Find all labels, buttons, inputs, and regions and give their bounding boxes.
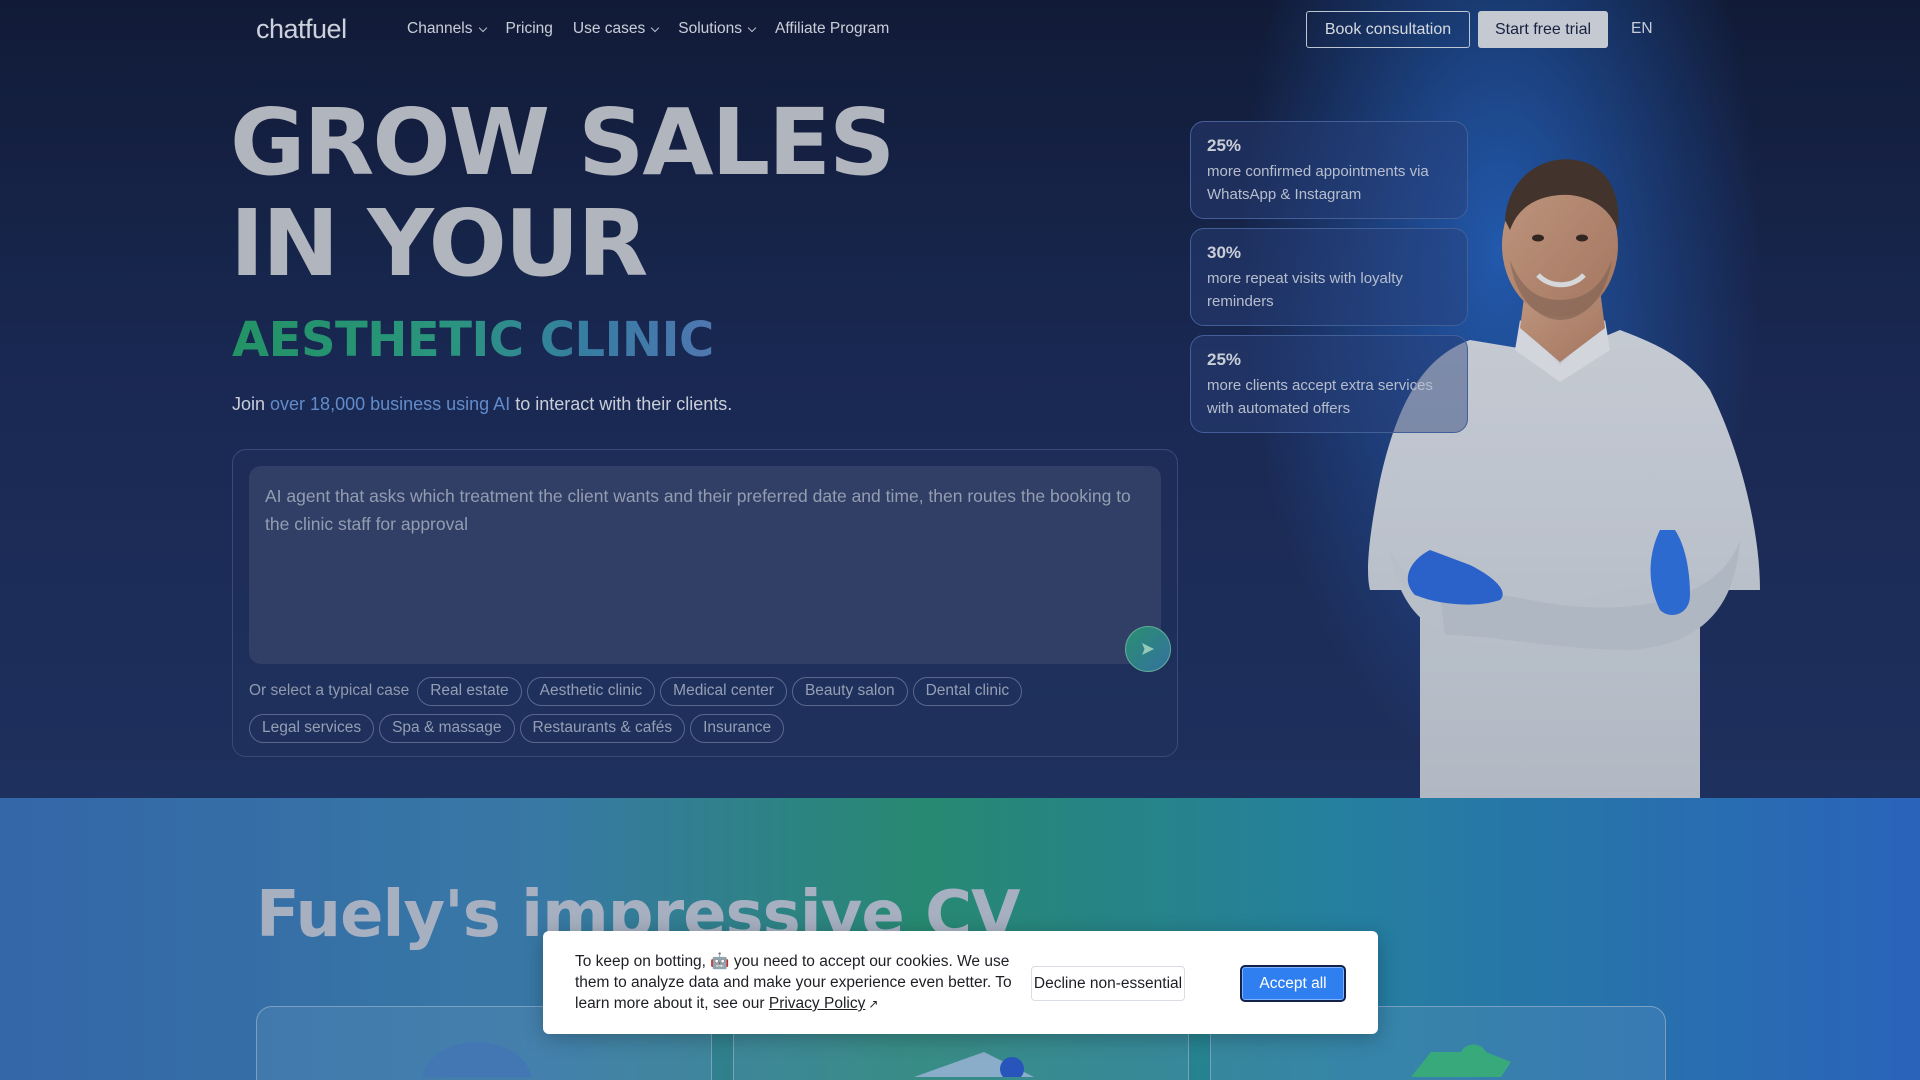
nav-solutions[interactable]: Solutions <box>678 20 757 38</box>
stat-description: more confirmed appointments via WhatsApp… <box>1207 163 1429 203</box>
start-free-trial-button[interactable]: Start free trial <box>1478 11 1608 48</box>
chevron-down-icon <box>651 23 660 32</box>
stat-card-repeat-visits: 30% more repeat visits with loyalty remi… <box>1190 228 1468 326</box>
stat-value: 25% <box>1207 136 1242 155</box>
case-chip-real-estate[interactable]: Real estate <box>417 676 522 706</box>
nav-use-cases[interactable]: Use cases <box>573 20 660 38</box>
highlight-text: over 18,000 business using AI <box>270 394 511 414</box>
language-selector[interactable]: EN <box>1631 20 1653 38</box>
case-chip-spa-massage[interactable]: Spa & massage <box>379 713 515 743</box>
chatfuel-logo[interactable]: chatfuel <box>256 14 347 45</box>
nav-pricing[interactable]: Pricing <box>506 20 553 38</box>
cookie-banner: To keep on botting, 🤖 you need to accept… <box>543 931 1378 1034</box>
select-case-label: Or select a typical case <box>249 682 410 699</box>
case-chip-aesthetic-clinic[interactable]: Aesthetic clinic <box>526 676 656 706</box>
nav-links: Channels Pricing Use cases Solutions Aff… <box>407 20 889 38</box>
case-chip-legal-services[interactable]: Legal services <box>249 713 375 743</box>
megaphone-icon <box>914 1052 1034 1077</box>
decline-cookies-button[interactable]: Decline non-essential <box>1031 966 1185 1001</box>
stat-description: more repeat visits with loyalty reminder… <box>1207 270 1403 310</box>
chevron-down-icon <box>478 23 487 32</box>
stat-value: 25% <box>1207 350 1242 369</box>
stat-value: 30% <box>1207 243 1242 262</box>
agent-prompt-textarea[interactable]: AI agent that asks which treatment the c… <box>249 466 1171 672</box>
hero-subtitle: Join over 18,000 business using AI to in… <box>232 394 733 414</box>
top-navigation: chatfuel Channels Pricing Use cases Solu… <box>0 0 1920 60</box>
privacy-policy-link[interactable]: Privacy Policy <box>769 995 865 1012</box>
case-chip-beauty-salon[interactable]: Beauty salon <box>791 676 908 706</box>
case-chip-restaurants-cafes[interactable]: Restaurants & cafés <box>519 713 686 743</box>
typical-cases: Or select a typical case Real estate Aes… <box>249 676 1169 750</box>
chevron-down-icon <box>747 23 757 32</box>
send-button[interactable] <box>1125 626 1171 672</box>
send-arrow-icon <box>1142 643 1154 655</box>
book-consultation-button[interactable]: Book consultation <box>1306 11 1470 48</box>
sphere-icon <box>422 1042 532 1077</box>
nav-channels[interactable]: Channels <box>407 20 487 38</box>
external-link-icon: ↗ <box>868 997 879 1011</box>
cases-row-1: Or select a typical case Real estate Aes… <box>249 676 1169 706</box>
headline-line-2: IN YOUR <box>230 190 648 297</box>
case-chip-dental-clinic[interactable]: Dental clinic <box>912 676 1023 706</box>
accept-cookies-button[interactable]: Accept all <box>1240 965 1346 1002</box>
stat-card-appointments: 25% more confirmed appointments via What… <box>1190 121 1468 219</box>
stat-card-extra-services: 25% more clients accept extra services w… <box>1190 335 1468 433</box>
hero-section: chatfuel Channels Pricing Use cases Solu… <box>0 0 1920 798</box>
stat-description: more clients accept extra services with … <box>1207 377 1433 417</box>
cases-row-2: Legal services Spa & massage Restaurants… <box>249 713 1169 743</box>
prompt-card: AI agent that asks which treatment the c… <box>232 449 1178 757</box>
headline-line-1: GROW SALES <box>230 89 895 196</box>
nav-affiliate-program[interactable]: Affiliate Program <box>775 20 889 38</box>
case-chip-medical-center[interactable]: Medical center <box>660 676 787 706</box>
puzzle-icon <box>1411 1044 1511 1077</box>
case-chip-insurance[interactable]: Insurance <box>690 713 785 743</box>
cookie-message: To keep on botting, 🤖 you need to accept… <box>575 953 1012 1012</box>
headline-accent: AESTHETIC CLINIC <box>232 312 714 368</box>
